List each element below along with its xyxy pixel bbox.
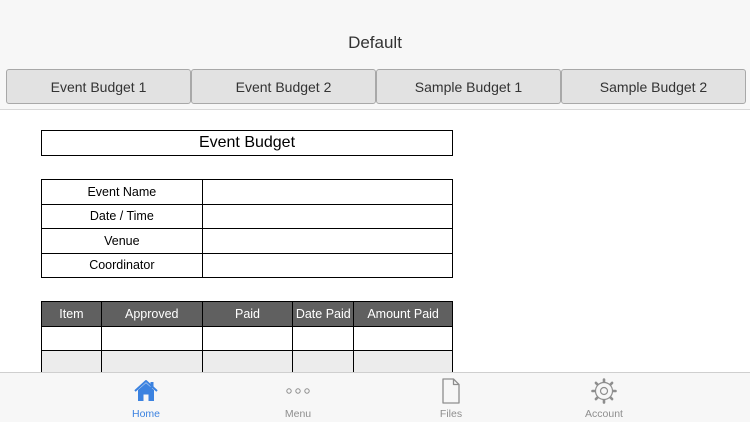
tabbar-home-label: Home [131,408,160,420]
spreadsheet-content[interactable]: Event Budget Event Name Date / Time Venu… [0,110,750,372]
column-header-paid[interactable]: Paid [201,301,294,327]
gear-icon [544,377,664,405]
page-title: Default [348,33,402,52]
table-cell[interactable] [201,350,294,372]
table-row: Event Name [41,179,454,205]
table-cell[interactable] [292,350,355,372]
event-name-label[interactable]: Event Name [41,179,203,205]
column-header-amount-paid[interactable]: Amount Paid [353,301,453,327]
date-time-label[interactable]: Date / Time [41,203,203,229]
navigation-bar: Default [0,0,750,66]
column-header-item[interactable]: Item [41,301,102,327]
coordinator-value[interactable] [201,252,454,278]
table-cell[interactable] [100,326,203,351]
tabbar-menu[interactable]: Menu [238,373,358,422]
table-cell[interactable] [292,326,355,351]
table-cell[interactable] [41,350,102,372]
table-cell[interactable] [201,326,294,351]
table-cell[interactable] [100,350,203,372]
bottom-tab-bar: Home Menu Files Account [0,372,750,422]
table-row [41,350,453,372]
tabbar-files[interactable]: Files [391,373,511,422]
tab-event-budget-1[interactable]: Event Budget 1 [6,69,191,104]
table-cell[interactable] [353,326,453,351]
table-row: Venue [41,228,454,254]
budget-items-table: Item Approved Paid Date Paid Amount Paid [41,301,453,372]
column-header-date-paid[interactable]: Date Paid [292,301,355,327]
home-icon [86,377,206,405]
table-row [41,326,453,351]
sheet-title-cell[interactable]: Event Budget [41,130,453,156]
event-name-value[interactable] [201,179,454,205]
more-icon [238,377,358,405]
venue-value[interactable] [201,228,454,254]
tabbar-home[interactable]: Home [86,373,206,422]
event-info-table: Event Name Date / Time Venue Coordinator [41,179,454,278]
column-header-approved[interactable]: Approved [100,301,203,327]
tabbar-account-label: Account [585,408,623,420]
tab-event-budget-2[interactable]: Event Budget 2 [191,69,376,104]
tab-sample-budget-2[interactable]: Sample Budget 2 [561,69,746,104]
file-icon [391,377,511,405]
tabbar-files-label: Files [439,408,463,420]
date-time-value[interactable] [201,203,454,229]
venue-label[interactable]: Venue [41,228,203,254]
table-cell[interactable] [353,350,453,372]
tabbar-account[interactable]: Account [544,373,664,422]
table-row: Coordinator [41,252,454,278]
table-cell[interactable] [41,326,102,351]
table-row: Date / Time [41,203,454,229]
coordinator-label[interactable]: Coordinator [41,252,203,278]
tabbar-menu-label: Menu [284,408,312,420]
table-header-row: Item Approved Paid Date Paid Amount Paid [41,301,453,327]
tab-sample-budget-1[interactable]: Sample Budget 1 [376,69,561,104]
sheet-tabs: Event Budget 1 Event Budget 2 Sample Bud… [0,66,750,110]
